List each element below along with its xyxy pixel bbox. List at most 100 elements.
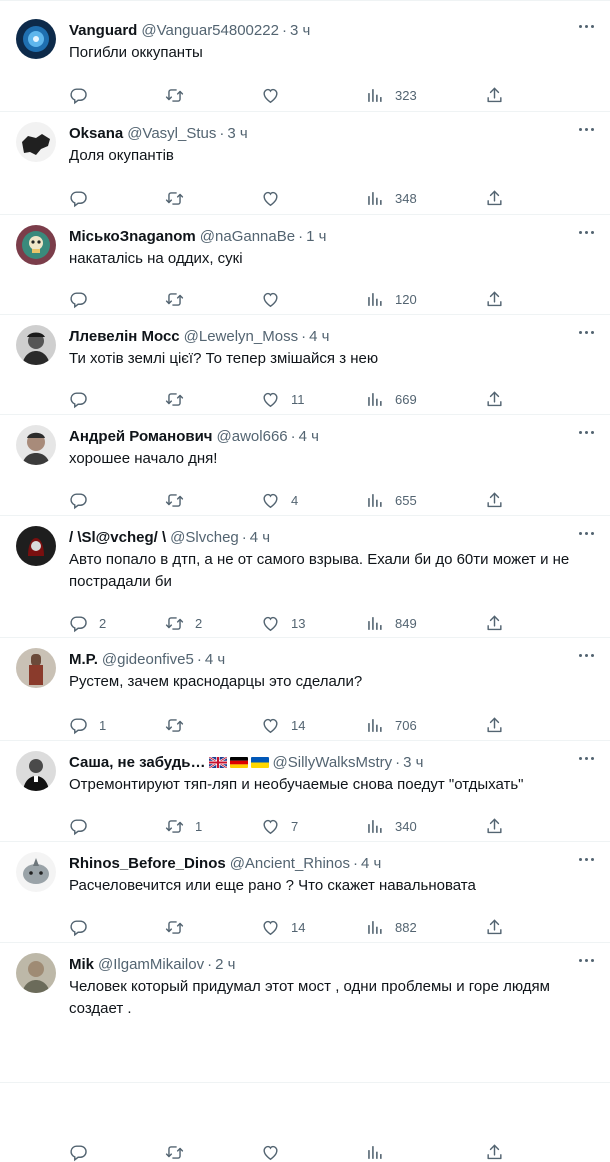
user-handle[interactable]: @IlgamMikailov xyxy=(98,956,204,973)
avatar[interactable] xyxy=(16,526,56,566)
timestamp[interactable]: 4 ч xyxy=(309,328,329,345)
display-name[interactable]: Саша, не забудь… xyxy=(69,754,206,771)
user-handle[interactable]: @Vanguar54800222 xyxy=(141,22,279,39)
avatar[interactable] xyxy=(16,325,56,365)
tweet[interactable]: Mik @IlgamMikailov · 2 ч Человек который при… xyxy=(0,942,610,1161)
more-icon[interactable] xyxy=(576,326,596,342)
display-name[interactable]: Oksana xyxy=(69,125,123,142)
avatar[interactable] xyxy=(16,648,56,688)
retweet-button[interactable] xyxy=(165,188,195,208)
timestamp[interactable]: 3 ч xyxy=(290,22,310,39)
display-name[interactable]: Ллевелін Мосс xyxy=(69,328,180,345)
retweet-button[interactable] xyxy=(165,917,195,937)
reply-button[interactable]: 1 xyxy=(69,715,106,735)
more-icon[interactable] xyxy=(576,426,596,442)
views-button[interactable]: 120 xyxy=(365,289,417,309)
tweet[interactable]: Андрей Романович @awol666 · 4 ч хорошее нача… xyxy=(0,414,610,516)
avatar[interactable] xyxy=(16,852,56,892)
timestamp[interactable]: 1 ч xyxy=(306,228,326,245)
user-handle[interactable]: @Vasyl_Stus xyxy=(127,125,216,142)
avatar[interactable] xyxy=(16,225,56,265)
user-handle[interactable]: @Ancient_Rhinos xyxy=(230,855,350,872)
reply-button[interactable] xyxy=(69,188,99,208)
reply-button[interactable] xyxy=(69,490,99,510)
tweet[interactable]: / \Sl@vcheg/ \ @Slvcheg · 4 ч Авто попало в … xyxy=(0,515,610,638)
share-button[interactable] xyxy=(485,715,504,735)
avatar[interactable] xyxy=(16,19,56,59)
reply-button[interactable] xyxy=(69,85,99,105)
timestamp[interactable]: 3 ч xyxy=(227,125,247,142)
like-button[interactable]: 13 xyxy=(261,613,305,633)
views-button[interactable]: 669 xyxy=(365,389,417,409)
like-button[interactable]: 11 xyxy=(261,389,305,409)
views-button[interactable]: 706 xyxy=(365,715,417,735)
share-button[interactable] xyxy=(485,188,504,208)
reply-button[interactable] xyxy=(69,389,99,409)
reply-button[interactable] xyxy=(69,289,99,309)
share-button[interactable] xyxy=(485,289,504,309)
views-button[interactable] xyxy=(365,1142,395,1162)
like-button[interactable] xyxy=(261,85,291,105)
reply-button[interactable]: 2 xyxy=(69,613,106,633)
retweet-button[interactable] xyxy=(165,490,195,510)
share-button[interactable] xyxy=(485,816,504,836)
timestamp[interactable]: 4 ч xyxy=(205,651,225,668)
reply-button[interactable] xyxy=(69,816,99,836)
retweet-button[interactable] xyxy=(165,289,195,309)
tweet[interactable]: Саша, не забудь… @SillyWalksMstry · 3 ч Отре… xyxy=(0,740,610,842)
views-button[interactable]: 348 xyxy=(365,188,417,208)
tweet[interactable]: M.P. @gideonfive5 · 4 ч Рустем, зачем красно… xyxy=(0,637,610,741)
more-icon[interactable] xyxy=(576,752,596,768)
like-button[interactable]: 7 xyxy=(261,816,298,836)
retweet-button[interactable]: 1 xyxy=(165,816,202,836)
retweet-button[interactable] xyxy=(165,1142,195,1162)
avatar[interactable] xyxy=(16,122,56,162)
avatar[interactable] xyxy=(16,425,56,465)
like-button[interactable] xyxy=(261,289,291,309)
reply-button[interactable] xyxy=(69,1142,99,1162)
retweet-button[interactable]: 2 xyxy=(165,613,202,633)
views-button[interactable]: 323 xyxy=(365,85,417,105)
share-button[interactable] xyxy=(485,613,504,633)
avatar[interactable] xyxy=(16,751,56,791)
user-handle[interactable]: @gideonfive5 xyxy=(102,651,194,668)
display-name[interactable]: Rhinos_Before_Dinos xyxy=(69,855,226,872)
more-icon[interactable] xyxy=(576,123,596,139)
user-handle[interactable]: @Slvcheg xyxy=(170,529,239,546)
timestamp[interactable]: 4 ч xyxy=(299,428,319,445)
user-handle[interactable]: @naGannaBe xyxy=(200,228,295,245)
views-button[interactable]: 340 xyxy=(365,816,417,836)
display-name[interactable]: Андрей Романович xyxy=(69,428,213,445)
more-icon[interactable] xyxy=(576,527,596,543)
share-button[interactable] xyxy=(485,917,504,937)
user-handle[interactable]: @Lewelyn_Moss xyxy=(184,328,298,345)
tweet[interactable]: Rhinos_Before_Dinos @Ancient_Rhinos · 4 ч Ра… xyxy=(0,841,610,943)
like-button[interactable] xyxy=(261,1142,291,1162)
tweet[interactable]: МіськоЗnаganom @naGannaBe · 1 ч накаталісь н… xyxy=(0,214,610,315)
tweet[interactable]: Oksana @Vasyl_Stus · 3 ч Доля окупантів 348 xyxy=(0,111,610,215)
like-button[interactable]: 14 xyxy=(261,715,305,735)
like-button[interactable] xyxy=(261,188,291,208)
display-name[interactable]: M.P. xyxy=(69,651,98,668)
views-button[interactable]: 882 xyxy=(365,917,417,937)
timestamp[interactable]: 2 ч xyxy=(215,956,235,973)
reply-button[interactable] xyxy=(69,917,99,937)
share-button[interactable] xyxy=(485,389,504,409)
user-handle[interactable]: @SillyWalksMstry xyxy=(273,754,393,771)
timestamp[interactable]: 4 ч xyxy=(361,855,381,872)
timestamp[interactable]: 4 ч xyxy=(250,529,270,546)
timestamp[interactable]: 3 ч xyxy=(403,754,423,771)
like-button[interactable]: 14 xyxy=(261,917,305,937)
like-button[interactable]: 4 xyxy=(261,490,298,510)
more-icon[interactable] xyxy=(576,853,596,869)
more-icon[interactable] xyxy=(576,20,596,36)
avatar[interactable] xyxy=(16,953,56,993)
more-icon[interactable] xyxy=(576,649,596,665)
display-name[interactable]: МіськоЗnаganom xyxy=(69,228,196,245)
display-name[interactable]: Vanguard xyxy=(69,22,137,39)
display-name[interactable]: Mik xyxy=(69,956,94,973)
views-button[interactable]: 849 xyxy=(365,613,417,633)
retweet-button[interactable] xyxy=(165,389,195,409)
views-button[interactable]: 655 xyxy=(365,490,417,510)
display-name[interactable]: / \Sl@vcheg/ \ xyxy=(69,529,166,546)
